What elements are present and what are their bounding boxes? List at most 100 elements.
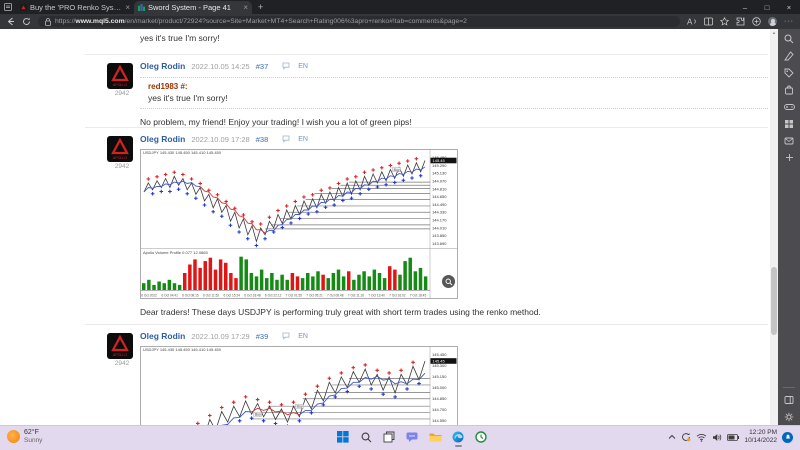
speech-bubble-icon[interactable] [282, 62, 290, 70]
previous-comment-tail: yes it's true I'm sorry! [140, 33, 220, 43]
author-rating: 2942 [107, 360, 137, 367]
tab-close-icon[interactable]: × [125, 3, 130, 12]
onedrive-sync-icon[interactable] [681, 432, 691, 442]
svg-text:144.970: 144.970 [432, 178, 447, 183]
svg-text:144.550: 144.550 [432, 418, 447, 423]
speech-bubble-icon[interactable] [282, 135, 290, 143]
comment-body: Dear traders! These days USDJPY is perfo… [140, 307, 768, 317]
comment-author-avatar[interactable]: APOLLO 2942 [107, 333, 137, 367]
window-controls: – □ × [734, 3, 800, 12]
scrollbar-thumb[interactable] [771, 267, 777, 335]
more-menu-icon[interactable]: ··· [784, 18, 794, 25]
comment-body: No problem, my friend! Enjoy your tradin… [140, 117, 768, 127]
apollo-avatar-icon: APOLLO [107, 136, 133, 162]
comment-number-link[interactable]: #39 [256, 332, 269, 341]
file-explorer-icon[interactable] [428, 430, 442, 444]
svg-text:144.330: 144.330 [432, 210, 447, 215]
comment-author-avatar[interactable]: APOLLO 2942 [107, 63, 137, 97]
task-view-icon[interactable] [382, 430, 396, 444]
window-minimize-button[interactable]: – [734, 3, 756, 12]
sidebar-add-icon[interactable] [785, 153, 794, 162]
tab-title: Sword System - Page 41 [148, 3, 240, 12]
sidebar-shopping-bag-icon[interactable] [784, 85, 794, 95]
author-link[interactable]: Oleg Rodin [140, 331, 185, 341]
svg-text:USDJPY 145.430 145.450 145.410: USDJPY 145.430 145.450 145.410 145.450 [143, 150, 222, 155]
profile-avatar[interactable] [768, 17, 777, 26]
comment-header: Oleg Rodin 2022.10.05 14:25 #37 EN [140, 61, 768, 71]
svg-text:7 Oct 01:55: 7 Oct 01:55 [286, 294, 303, 298]
sidebar-discover-icon[interactable] [784, 51, 794, 61]
favorites-star-icon[interactable] [720, 17, 729, 26]
sidebar-customize-icon[interactable] [784, 395, 794, 405]
address-bar[interactable]: https://www.mql5.com/en/market/product/7… [38, 16, 680, 27]
svg-text:Apollo Volume Profile 0.077 12: Apollo Volume Profile 0.077 12.0865 [143, 250, 208, 255]
speech-bubble-icon[interactable] [282, 332, 290, 340]
author-link[interactable]: Oleg Rodin [140, 134, 185, 144]
svg-text:144.170: 144.170 [432, 218, 447, 223]
system-tray: 12:20 PM 10/14/2022 [668, 429, 793, 445]
comment-header: Oleg Rodin 2022.10.09 17:29 #39 EN [140, 331, 768, 341]
quoted-message: red1983 #: yes it's true I'm sorry! [140, 77, 768, 109]
svg-text:143.850: 143.850 [432, 233, 447, 238]
new-tab-button[interactable]: + [258, 2, 263, 12]
back-button[interactable] [6, 17, 15, 26]
taskbar-clock[interactable]: 12:20 PM 10/14/2022 [744, 429, 777, 445]
scrollbar-up-arrow[interactable]: ▲ [770, 30, 778, 35]
collections-icon[interactable] [752, 17, 761, 26]
lock-icon [45, 18, 51, 26]
translate-link[interactable]: EN [298, 136, 308, 143]
author-rating: 2942 [107, 90, 137, 97]
translate-link[interactable]: EN [298, 63, 308, 70]
wifi-icon[interactable] [696, 433, 707, 442]
comment-39: APOLLO 2942 Oleg Rodin 2022.10.09 17:29 … [85, 327, 768, 425]
hidden-icons-chevron[interactable] [668, 434, 676, 440]
taskbar-search-icon[interactable] [359, 430, 373, 444]
sidebar-games-icon[interactable] [784, 102, 795, 112]
notification-badge[interactable] [782, 432, 793, 443]
quote-author[interactable]: red1983 #: [148, 82, 760, 91]
refresh-button[interactable] [22, 17, 31, 26]
usdjpy-renko-chart-image[interactable]: 145.450145.290145.130144.970144.810144.6… [140, 149, 458, 299]
sidebar-tag-icon[interactable] [784, 68, 794, 78]
svg-text:6 Oct 22:12: 6 Oct 22:12 [265, 294, 282, 298]
comment-divider [85, 54, 768, 55]
comment-author-avatar[interactable]: APOLLO 2942 [107, 136, 137, 170]
comment-number-link[interactable]: #37 [256, 62, 269, 71]
svg-text:APOLLO: APOLLO [113, 353, 128, 357]
weather-widget[interactable]: 62°F Sunny [7, 429, 42, 444]
window-maximize-button[interactable]: □ [756, 3, 778, 12]
author-link[interactable]: Oleg Rodin [140, 61, 185, 71]
speaker-icon[interactable] [712, 433, 722, 442]
extensions-icon[interactable] [736, 17, 745, 26]
teams-chat-icon[interactable] [405, 430, 419, 444]
usdjpy-renko-chart-image[interactable]: 145.450145.300145.150145.000144.850144.7… [140, 346, 458, 425]
sidebar-outlook-icon[interactable] [784, 136, 794, 146]
sidebar-search-icon[interactable] [784, 34, 794, 44]
comment-number-link[interactable]: #38 [256, 135, 269, 144]
comment-date: 2022.10.09 17:29 [191, 332, 249, 341]
svg-text:6 Oct 04:41: 6 Oct 04:41 [161, 294, 178, 298]
read-aloud-icon[interactable]: A [687, 17, 697, 26]
page-scrollbar[interactable]: ▲ [770, 29, 778, 425]
browser-tab-2-active[interactable]: Sword System - Page 41 × [134, 1, 252, 14]
svg-text:7 Oct 13:40: 7 Oct 13:40 [368, 294, 385, 298]
split-screen-icon[interactable] [704, 17, 713, 26]
svg-text:6 Oct 18:48: 6 Oct 18:48 [244, 294, 261, 298]
sidebar-office-icon[interactable] [784, 119, 794, 129]
browser-tab-1[interactable]: Buy the 'PRO Renko System' Te... × [16, 1, 134, 14]
svg-text:APOLLO: APOLLO [113, 83, 128, 87]
battery-icon[interactable] [727, 434, 739, 441]
translate-link[interactable]: EN [298, 333, 308, 340]
svg-text:144.010: 144.010 [432, 225, 447, 230]
tab-actions-menu-icon[interactable] [0, 0, 16, 14]
sidebar-settings-gear-icon[interactable] [784, 412, 794, 422]
edge-browser-icon[interactable] [451, 430, 465, 444]
green-circle-app-icon[interactable] [474, 430, 488, 444]
forum-thread: yes it's true I'm sorry! APOLLO 2942 Ole… [85, 29, 768, 425]
svg-text:Buy: Buy [255, 413, 261, 417]
tab-close-icon[interactable]: × [243, 3, 248, 12]
zoom-magnifier-icon[interactable] [442, 275, 455, 288]
start-button[interactable] [336, 430, 350, 444]
weather-temperature: 62°F [24, 429, 42, 437]
window-close-button[interactable]: × [778, 3, 800, 12]
